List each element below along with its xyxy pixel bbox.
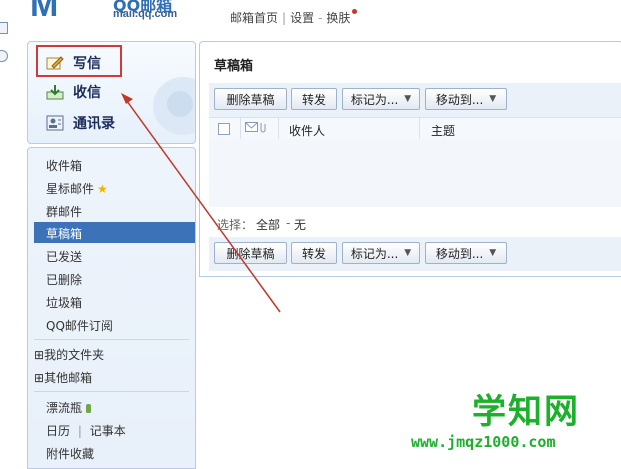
mark-as-label: 标记为... — [350, 246, 399, 261]
drift-bottle-label: 漂流瓶 — [46, 401, 83, 415]
expand-icon: ⊞ — [34, 348, 45, 362]
logo-url: mail.qq.com — [113, 8, 178, 20]
divider: | — [77, 424, 82, 438]
message-list-empty — [209, 139, 621, 207]
toolbar-bottom: 删除草稿 转发 标记为... ▼ 移动到... ▼ — [209, 237, 621, 271]
divider: | — [282, 11, 287, 25]
qq-mail-logo-icon[interactable]: M — [30, 0, 58, 25]
folder-drafts-active[interactable]: 草稿箱 — [34, 222, 195, 243]
divider: - — [318, 11, 323, 25]
receive-label: 收信 — [73, 85, 101, 101]
select-label: 选择： — [217, 218, 254, 232]
bottle-icon — [86, 404, 92, 413]
star-icon: ★ — [97, 182, 108, 196]
chevron-down-icon: ▼ — [489, 248, 497, 258]
chevron-down-icon: ▼ — [489, 94, 497, 104]
move-to-dropdown[interactable]: 移动到... ▼ — [425, 242, 507, 264]
folder-inbox[interactable]: 收件箱 — [46, 157, 82, 174]
mark-as-dropdown[interactable]: 标记为... ▼ — [342, 242, 420, 264]
forward-button[interactable]: 转发 — [291, 88, 337, 110]
mark-as-label: 标记为... — [350, 92, 399, 107]
folder-group[interactable]: 群邮件 — [46, 203, 82, 220]
inbox-download-icon — [46, 84, 64, 100]
select-all-link[interactable]: 全部 — [256, 216, 280, 233]
attachments-link[interactable]: 附件收藏 — [46, 445, 94, 462]
address-book-icon — [46, 115, 64, 131]
column-header: 收件人 主题 — [209, 117, 621, 141]
folder-drafts-label: 草稿箱 — [46, 227, 83, 241]
select-bar: 选择： 全部 - 无 — [209, 213, 621, 233]
folder-spam[interactable]: 垃圾箱 — [46, 294, 82, 311]
folder-subscriptions[interactable]: QQ邮件订阅 — [46, 317, 113, 334]
mailbox-home-link[interactable]: 邮箱首页 — [230, 11, 278, 25]
divider — [419, 118, 420, 140]
settings-link[interactable]: 设置 — [290, 11, 314, 25]
change-skin-link[interactable]: 换肤 — [326, 11, 350, 25]
drift-bottle-link[interactable]: 漂流瓶 — [46, 399, 92, 416]
select-all-checkbox[interactable] — [218, 123, 230, 135]
watermark-url: www.jmqz1000.com — [411, 433, 556, 451]
folder-list: 收件箱 星标邮件 ★ 群邮件 草稿箱 已发送 已删除 垃圾箱 QQ邮件订阅 ⊞我的… — [27, 147, 196, 469]
folder-sent[interactable]: 已发送 — [46, 248, 82, 265]
recipient-column-header[interactable]: 收件人 — [289, 122, 325, 139]
window-icon[interactable] — [0, 22, 8, 34]
divider — [278, 118, 279, 140]
circle-icon[interactable] — [0, 50, 8, 62]
envelope-icon — [245, 121, 267, 136]
subject-column-header[interactable]: 主题 — [431, 122, 455, 139]
expand-icon: ⊞ — [34, 371, 45, 385]
calendar-notebook-row: 日历 | 记事本 — [46, 422, 126, 439]
divider — [34, 391, 189, 392]
receive-button[interactable]: 收信 — [46, 80, 101, 104]
divider: - — [286, 216, 291, 230]
mark-as-dropdown[interactable]: 标记为... ▼ — [342, 88, 420, 110]
contacts-button[interactable]: 通讯录 — [46, 111, 115, 135]
page-title: 草稿箱 — [214, 59, 254, 74]
header-links: 邮箱首页 | 设置 - 换肤 — [230, 9, 358, 26]
notebook-link[interactable]: 记事本 — [90, 424, 126, 438]
group-my-folders-label: 我的文件夹 — [44, 348, 105, 362]
write-highlight-box — [36, 45, 122, 77]
toolbar-top: 删除草稿 转发 标记为... ▼ 移动到... ▼ — [209, 83, 621, 117]
chevron-down-icon: ▼ — [404, 248, 412, 258]
chevron-down-icon: ▼ — [404, 94, 412, 104]
divider — [34, 339, 189, 340]
main-panel: 草稿箱 删除草稿 转发 标记为... ▼ 移动到... ▼ 收件人 主题 选择： 全… — [199, 41, 621, 277]
folder-starred-label: 星标邮件 — [46, 182, 95, 196]
divider — [240, 118, 241, 140]
forward-button[interactable]: 转发 — [291, 242, 337, 264]
group-other-mailboxes[interactable]: ⊞其他邮箱 — [34, 369, 92, 386]
group-other-mailboxes-label: 其他邮箱 — [44, 371, 93, 385]
move-to-label: 移动到... — [435, 92, 484, 107]
move-to-label: 移动到... — [435, 246, 484, 261]
header: M QQ邮箱 mail.qq.com 邮箱首页 | 设置 - 换肤 — [0, 0, 621, 40]
group-my-folders[interactable]: ⊞我的文件夹 — [34, 346, 104, 363]
calendar-link[interactable]: 日历 — [46, 424, 70, 438]
delete-draft-button[interactable]: 删除草稿 — [214, 88, 287, 110]
new-dot-icon — [352, 9, 358, 14]
move-to-dropdown[interactable]: 移动到... ▼ — [425, 88, 507, 110]
watermark-brand: 学知网 — [472, 392, 580, 432]
delete-draft-button[interactable]: 删除草稿 — [214, 242, 287, 264]
penguin-watermark-icon — [153, 77, 195, 135]
left-edge-strip — [0, 0, 8, 75]
folder-starred[interactable]: 星标邮件 ★ — [46, 180, 108, 197]
contacts-label: 通讯录 — [73, 116, 115, 132]
folder-deleted[interactable]: 已删除 — [46, 271, 82, 288]
select-none-link[interactable]: 无 — [294, 216, 306, 233]
